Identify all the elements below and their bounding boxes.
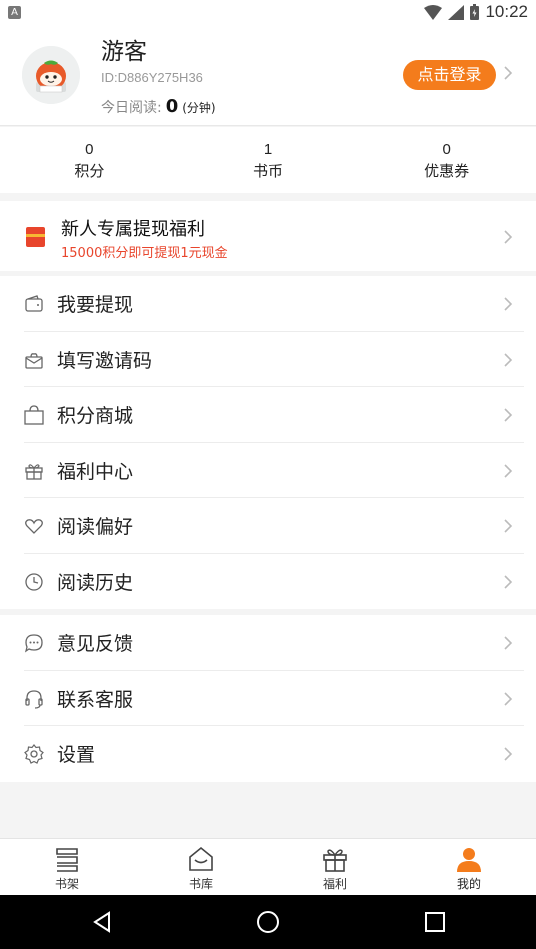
menu-item-invite-code[interactable]: 填写邀请码 bbox=[0, 332, 536, 388]
account-stats: 0 积分 1 书币 0 优惠券 bbox=[0, 127, 536, 193]
menu-group-main: 我要提现 填写邀请码 积分商城 福利中心 阅读偏好 阅读历史 bbox=[0, 276, 536, 609]
back-icon[interactable] bbox=[89, 909, 115, 935]
stat-value: 0 bbox=[442, 141, 451, 158]
chevron-right-icon bbox=[504, 297, 513, 311]
status-icons: 10:22 bbox=[424, 2, 528, 22]
signal-icon bbox=[448, 4, 465, 20]
menu-label: 填写邀请码 bbox=[57, 349, 153, 372]
user-id: ID:D886Y275H36 bbox=[101, 70, 203, 85]
headset-icon bbox=[25, 689, 43, 709]
menu-item-withdraw[interactable]: 我要提现 bbox=[0, 276, 536, 332]
tab-label: 福利 bbox=[322, 877, 347, 891]
person-icon bbox=[457, 848, 481, 872]
library-icon bbox=[189, 846, 213, 871]
notification-icon: A bbox=[8, 5, 21, 19]
tab-label: 书库 bbox=[188, 877, 213, 891]
menu-label: 我要提现 bbox=[57, 294, 134, 316]
status-bar: A 10:22 bbox=[0, 0, 536, 24]
heart-icon bbox=[25, 519, 43, 535]
menu-item-feedback[interactable]: 意见反馈 bbox=[0, 615, 536, 671]
battery-icon bbox=[470, 4, 480, 20]
menu-label: 积分商城 bbox=[57, 405, 134, 428]
menu-label: 意见反馈 bbox=[57, 633, 134, 655]
tab-welfare[interactable]: 福利 bbox=[268, 839, 402, 895]
bottom-tab-bar: 书架 书库 福利 我的 bbox=[0, 838, 536, 895]
clock-time: 10:22 bbox=[485, 2, 528, 21]
stat-coins[interactable]: 1 书币 bbox=[179, 127, 358, 193]
chevron-right-icon bbox=[504, 353, 513, 367]
promo-title: 新人专属提现福利 bbox=[61, 219, 205, 240]
reading-label: 今日阅读: bbox=[101, 100, 162, 116]
stat-value: 1 bbox=[263, 141, 273, 158]
menu-label: 福利中心 bbox=[57, 460, 134, 483]
menu-item-customer-service[interactable]: 联系客服 bbox=[0, 671, 536, 727]
menu-group-support: 意见反馈 联系客服 设置 bbox=[0, 615, 536, 782]
gear-icon bbox=[24, 744, 44, 765]
tomato-avatar-icon[interactable] bbox=[22, 46, 80, 104]
tab-mine[interactable]: 我的 bbox=[402, 839, 536, 895]
system-navigation-bar bbox=[0, 895, 536, 949]
profile-header[interactable]: 游客 ID:D886Y275H36 今日阅读: 0 (分钟) 点击登录 bbox=[0, 24, 536, 126]
menu-label: 阅读历史 bbox=[57, 571, 134, 594]
wifi-icon bbox=[424, 4, 443, 20]
shopping-bag-icon bbox=[24, 405, 44, 425]
chevron-right-icon bbox=[504, 692, 513, 706]
menu-item-reading-preference[interactable]: 阅读偏好 bbox=[0, 498, 536, 554]
stat-value: 0 bbox=[85, 141, 94, 158]
username: 游客 bbox=[101, 39, 147, 65]
reading-value: 0 bbox=[165, 96, 179, 117]
newcomer-withdraw-banner[interactable]: 新人专属提现福利 15000积分即可提现1元现金 bbox=[0, 201, 536, 271]
clock-icon bbox=[25, 573, 43, 591]
chevron-right-icon[interactable] bbox=[503, 65, 513, 81]
bookshelf-icon bbox=[56, 848, 78, 872]
reading-unit: (分钟) bbox=[182, 101, 216, 115]
chevron-right-icon bbox=[504, 575, 513, 589]
stat-label: 优惠券 bbox=[424, 162, 470, 180]
tab-label: 书架 bbox=[54, 877, 79, 891]
stat-label: 书币 bbox=[253, 162, 284, 180]
tab-library[interactable]: 书库 bbox=[134, 839, 268, 895]
chevron-right-icon bbox=[504, 408, 513, 422]
stat-label: 积分 bbox=[74, 162, 105, 180]
chevron-right-icon bbox=[504, 464, 513, 478]
chat-bubble-icon bbox=[24, 634, 43, 653]
tab-bookshelf[interactable]: 书架 bbox=[0, 839, 134, 895]
menu-label: 联系客服 bbox=[57, 688, 134, 711]
menu-label: 设置 bbox=[57, 744, 96, 767]
invite-envelope-icon bbox=[25, 352, 43, 369]
menu-item-settings[interactable]: 设置 bbox=[0, 726, 536, 782]
stat-coupons[interactable]: 0 优惠券 bbox=[357, 127, 536, 193]
today-reading: 今日阅读: 0 (分钟) bbox=[101, 96, 216, 117]
gift-icon bbox=[25, 464, 43, 480]
menu-item-points-mall[interactable]: 积分商城 bbox=[0, 387, 536, 443]
promo-subtitle: 15000积分即可提现1元现金 bbox=[61, 246, 228, 261]
chevron-right-icon bbox=[504, 636, 513, 650]
gift-icon bbox=[323, 849, 347, 872]
wallet-icon bbox=[25, 295, 43, 312]
red-packet-icon bbox=[26, 227, 45, 247]
menu-label: 阅读偏好 bbox=[57, 516, 134, 539]
recents-icon[interactable] bbox=[422, 909, 448, 935]
chevron-right-icon bbox=[504, 230, 513, 244]
chevron-right-icon bbox=[504, 747, 513, 761]
menu-item-welfare-center[interactable]: 福利中心 bbox=[0, 443, 536, 499]
menu-item-reading-history[interactable]: 阅读历史 bbox=[0, 554, 536, 610]
stat-points[interactable]: 0 积分 bbox=[0, 127, 179, 193]
login-button[interactable]: 点击登录 bbox=[403, 60, 496, 90]
tab-label: 我的 bbox=[456, 877, 481, 891]
chevron-right-icon bbox=[504, 519, 513, 533]
home-icon[interactable] bbox=[255, 909, 281, 935]
